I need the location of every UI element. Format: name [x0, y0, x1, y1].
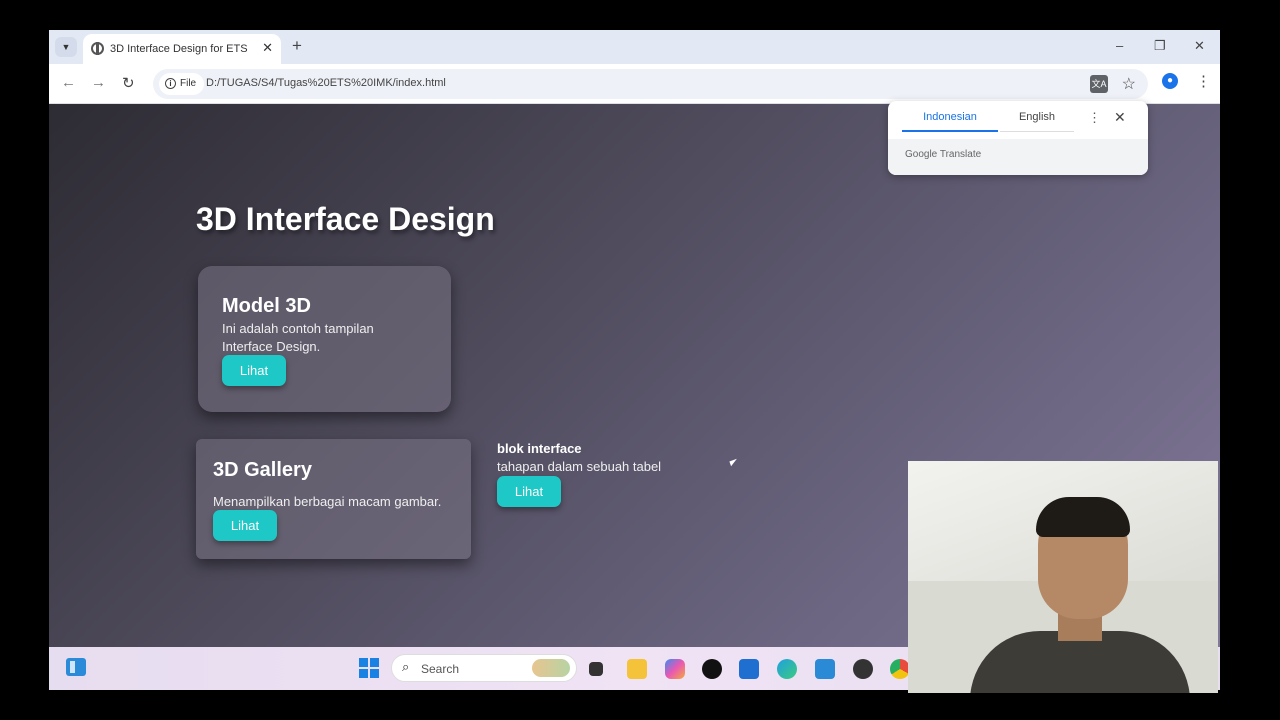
file-explorer-icon[interactable]: [627, 659, 647, 679]
lihat-button[interactable]: Lihat: [497, 476, 561, 507]
lihat-button[interactable]: Lihat: [213, 510, 277, 541]
tab-active[interactable]: 3D Interface Design for ETS ✕: [83, 34, 281, 64]
widgets-icon[interactable]: [66, 658, 86, 676]
davinci-icon[interactable]: [853, 659, 873, 679]
card-title: 3D Gallery: [213, 459, 312, 481]
maximize-button[interactable]: ❐: [1154, 38, 1166, 54]
profile-avatar-icon[interactable]: ●: [1162, 73, 1178, 89]
windows-start-icon[interactable]: [359, 658, 379, 678]
new-tab-button[interactable]: +: [292, 37, 302, 55]
close-window-button[interactable]: ✕: [1194, 38, 1205, 54]
globe-icon: [91, 42, 104, 55]
page-title: 3D Interface Design: [196, 201, 495, 237]
search-icon: ⌕: [402, 659, 410, 674]
kebab-menu-icon[interactable]: ⋮: [1196, 72, 1211, 90]
translate-tab-english[interactable]: English: [1000, 111, 1074, 132]
close-icon[interactable]: ✕: [1114, 109, 1126, 126]
search-highlight-art: [532, 659, 570, 677]
vscode-icon[interactable]: [815, 659, 835, 679]
webcam-overlay: [908, 461, 1218, 693]
reload-icon[interactable]: ↻: [122, 74, 135, 92]
address-toolbar: ← → ↻ i File D:/TUGAS/S4/Tugas%20ETS%20IM…: [49, 64, 1220, 104]
card-model-3d: Model 3D Ini adalah contoh tampilan Inte…: [198, 266, 451, 412]
more-options-icon[interactable]: ⋮: [1088, 110, 1101, 126]
back-icon[interactable]: ←: [61, 74, 76, 91]
card-text: Ini adalah contoh tampilan Interface Des…: [222, 321, 374, 354]
minimize-button[interactable]: –: [1116, 38, 1123, 53]
translate-footer: Google Translate: [888, 139, 1148, 175]
google-translate-brand: Google Translate: [905, 149, 982, 160]
chrome-icon[interactable]: [890, 659, 910, 679]
person-hair: [1036, 497, 1130, 537]
card-3d-gallery: 3D Gallery Menampilkan berbagai macam ga…: [196, 439, 471, 559]
tab-title: 3D Interface Design for ETS: [110, 43, 248, 55]
translate-icon[interactable]: 文A: [1090, 75, 1108, 93]
edge-icon[interactable]: [777, 659, 797, 679]
block-text: tahapan dalam sebuah tabel: [497, 459, 662, 474]
info-icon: i: [165, 78, 176, 89]
taskbar-search[interactable]: ⌕ Search: [391, 654, 577, 682]
tiktok-icon[interactable]: [702, 659, 722, 679]
close-tab-icon[interactable]: ✕: [262, 40, 273, 56]
mouse-cursor-icon: [729, 458, 739, 467]
translate-tab-indonesian[interactable]: Indonesian: [902, 111, 998, 132]
card-text: Menampilkan berbagai macam gambar.: [213, 494, 442, 509]
card-title: Model 3D: [222, 295, 311, 317]
search-label: Search: [421, 662, 460, 676]
url-text[interactable]: D:/TUGAS/S4/Tugas%20ETS%20IMK/index.html: [206, 77, 446, 89]
address-bar[interactable]: i File D:/TUGAS/S4/Tugas%20ETS%20IMK/inde…: [153, 69, 1148, 99]
forward-icon[interactable]: →: [91, 74, 106, 91]
site-info-label: File: [180, 78, 197, 89]
site-info-chip[interactable]: i File: [159, 73, 205, 95]
tab-search-button[interactable]: ▼: [55, 37, 77, 57]
task-view-icon[interactable]: [589, 662, 603, 676]
tab-strip: ▼ 3D Interface Design for ETS ✕ + – ❐ ✕: [49, 30, 1220, 64]
bookmark-star-icon[interactable]: ☆: [1122, 74, 1136, 94]
block-title: blok interface: [497, 441, 582, 456]
lihat-button[interactable]: Lihat: [222, 355, 286, 386]
copilot-icon[interactable]: [665, 659, 685, 679]
translate-popup: Indonesian English ⋮ ✕ Google Translate: [888, 101, 1148, 175]
store-icon[interactable]: [739, 659, 759, 679]
